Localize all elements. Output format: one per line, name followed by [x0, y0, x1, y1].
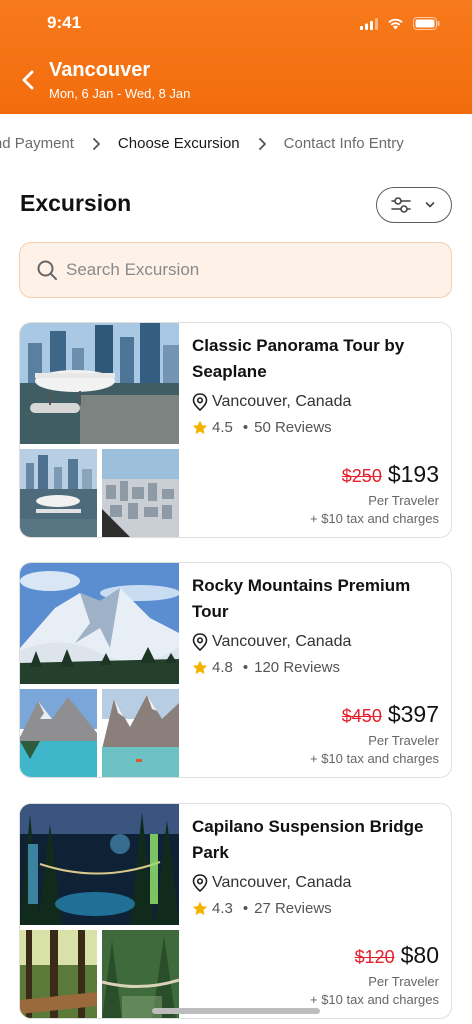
status-time: 9:41: [47, 13, 82, 32]
battery-icon: [413, 15, 440, 34]
booking-steps: Rental and Payment Choose Excursion Cont…: [0, 130, 472, 160]
sliders-icon: [391, 197, 411, 213]
price-unit: Per Traveler: [368, 493, 439, 508]
location-label: Vancouver, Canada: [212, 633, 352, 650]
excursion-location: Vancouver, Canada: [192, 874, 351, 892]
rating-value: 4.3: [212, 900, 233, 917]
price-row: $450 $397: [342, 701, 439, 728]
rating-value: 4.8: [212, 659, 233, 676]
separator-dot: •: [242, 900, 249, 917]
location-label: Vancouver, Canada: [212, 874, 352, 891]
discounted-price: $193: [387, 461, 439, 487]
excursion-title: Classic Panorama Tour by Seaplane: [192, 336, 405, 381]
original-price: $450: [341, 706, 382, 726]
back-button[interactable]: [16, 66, 40, 94]
excursion-photo-thumb: [20, 930, 97, 1018]
price-row: $120 $80: [355, 942, 439, 969]
excursion-card[interactable]: Capilano Suspension Bridge Park Vancouve…: [19, 803, 452, 1019]
header-dates: Mon, 6 Jan - Wed, 8 Jan: [49, 86, 191, 101]
location-label: Vancouver, Canada: [212, 393, 352, 410]
tax-note: + $10 tax and charges: [309, 751, 439, 766]
excursion-photo-thumb: [102, 689, 179, 777]
step-contact-info[interactable]: Contact Info Entry: [284, 135, 404, 152]
excursion-photo-main: [20, 804, 179, 925]
filter-button[interactable]: [376, 187, 452, 223]
original-price: $120: [354, 947, 395, 967]
excursion-photo-thumb: [20, 689, 97, 777]
review-count: 27 Reviews: [254, 900, 332, 917]
excursion-location: Vancouver, Canada: [192, 393, 351, 411]
excursion-photo-main: [20, 323, 179, 444]
location-pin-icon: [192, 633, 208, 651]
chevron-right-icon: [258, 137, 266, 150]
home-indicator: [152, 1008, 320, 1014]
location-pin-icon: [192, 393, 208, 411]
original-price: $250: [341, 466, 382, 486]
separator-dot: •: [242, 419, 249, 436]
search-bar[interactable]: [19, 242, 452, 298]
excursion-card[interactable]: Rocky Mountains Premium Tour Vancouver, …: [19, 562, 452, 778]
chevron-down-icon: [425, 202, 435, 208]
tax-note: + $10 tax and charges: [309, 992, 439, 1007]
star-icon: [192, 901, 208, 916]
excursion-photo-thumb: [20, 449, 97, 537]
excursion-rating: 4.8 • 120 Reviews: [192, 659, 340, 676]
price-unit: Per Traveler: [368, 733, 439, 748]
section-title: Excursion: [20, 190, 132, 216]
price-unit: Per Traveler: [368, 974, 439, 989]
star-icon: [192, 420, 208, 435]
discounted-price: $397: [387, 701, 439, 727]
discounted-price: $80: [400, 942, 439, 968]
excursion-title: Capilano Suspension Bridge Park: [192, 817, 424, 862]
review-count: 50 Reviews: [254, 419, 332, 436]
location-pin-icon: [192, 874, 208, 892]
review-count: 120 Reviews: [254, 659, 341, 676]
step-rental-payment[interactable]: Rental and Payment: [0, 135, 74, 152]
excursion-title: Rocky Mountains Premium Tour: [192, 576, 411, 621]
search-input[interactable]: [66, 260, 426, 280]
wifi-icon: [387, 15, 404, 34]
excursion-photo-thumb: [102, 930, 179, 1018]
separator-dot: •: [242, 659, 249, 676]
search-icon: [36, 259, 58, 281]
chevron-left-icon: [22, 70, 34, 90]
chevron-right-icon: [92, 137, 100, 150]
excursion-rating: 4.5 • 50 Reviews: [192, 419, 332, 436]
signal-icon: [360, 15, 378, 34]
excursion-photo-main: [20, 563, 179, 684]
excursion-card[interactable]: Classic Panorama Tour by Seaplane Vancou…: [19, 322, 452, 538]
status-icons: [360, 15, 440, 34]
header-title: Vancouver: [49, 59, 151, 81]
star-icon: [192, 660, 208, 675]
price-row: $250 $193: [342, 461, 439, 488]
status-bar: 9:41: [0, 0, 472, 48]
excursion-rating: 4.3 • 27 Reviews: [192, 900, 332, 917]
app-header: 9:41 Vancouver Mon, 6 Jan - Wed, 8 Jan: [0, 0, 472, 114]
excursion-location: Vancouver, Canada: [192, 633, 351, 651]
tax-note: + $10 tax and charges: [309, 511, 439, 526]
step-choose-excursion[interactable]: Choose Excursion: [118, 135, 240, 152]
rating-value: 4.5: [212, 419, 233, 436]
excursion-photo-thumb: [102, 449, 179, 537]
